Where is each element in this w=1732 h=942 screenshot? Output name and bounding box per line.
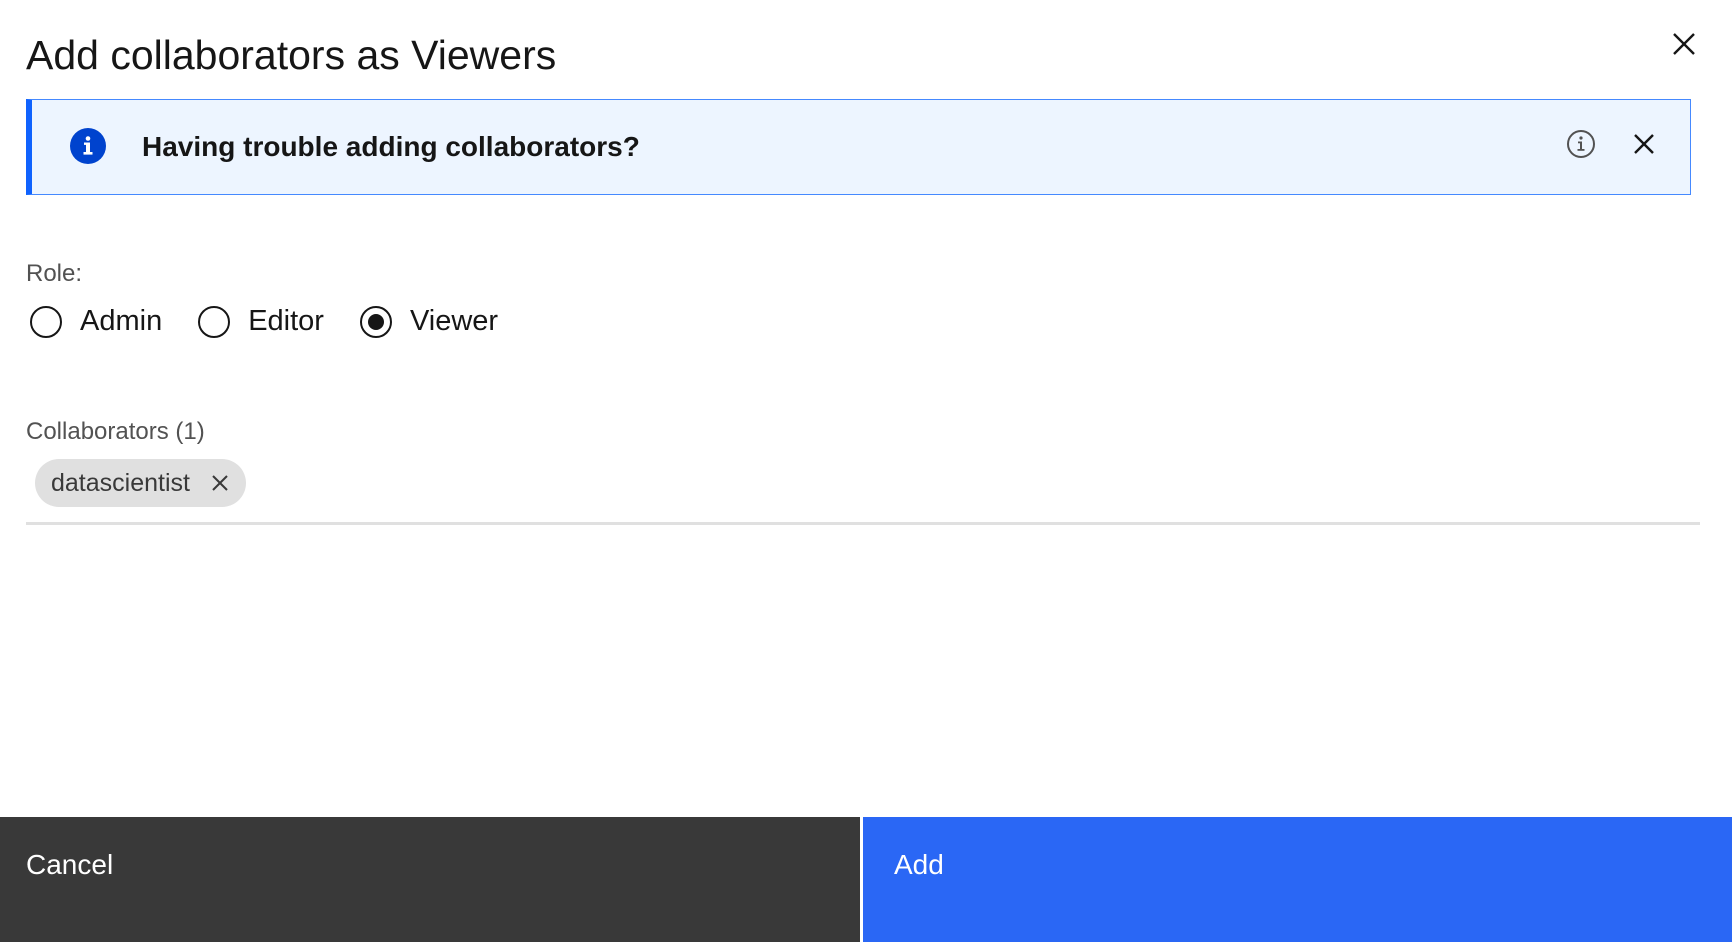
modal-title: Add collaborators as Viewers xyxy=(26,32,557,78)
role-radio-group: Admin Editor Viewer xyxy=(30,305,534,338)
modal-footer: Cancel Add xyxy=(0,817,1732,942)
radio-label-admin: Admin xyxy=(80,305,163,337)
radio-viewer[interactable]: Viewer xyxy=(359,305,499,338)
radio-admin[interactable]: Admin xyxy=(30,305,162,338)
radio-selected-dot xyxy=(367,313,384,330)
role-label: Role: xyxy=(26,260,83,287)
add-button[interactable]: Add xyxy=(863,817,1732,942)
collaborators-field-underline xyxy=(26,522,1700,525)
collaborator-tag: datascientist xyxy=(35,459,246,507)
close-icon xyxy=(212,475,228,491)
info-outline-icon[interactable] xyxy=(1565,128,1597,160)
close-icon xyxy=(1673,33,1695,55)
remove-collaborator-button[interactable] xyxy=(208,471,232,495)
radio-button[interactable] xyxy=(198,305,231,338)
collaborator-tag-label: datascientist xyxy=(51,468,190,497)
add-collaborators-modal: Add collaborators as Viewers Having trou… xyxy=(0,0,1732,942)
radio-label-editor: Editor xyxy=(248,305,324,337)
notification-title: Having trouble adding collaborators? xyxy=(142,131,640,162)
modal-close-button[interactable] xyxy=(1664,24,1704,64)
info-filled-icon xyxy=(70,128,106,164)
notification-close-button[interactable] xyxy=(1628,128,1660,160)
close-icon xyxy=(1634,134,1654,154)
collaborators-label: Collaborators (1) xyxy=(26,418,205,445)
radio-editor[interactable]: Editor xyxy=(198,305,324,338)
cancel-button[interactable]: Cancel xyxy=(0,817,860,942)
radio-button-selected[interactable] xyxy=(359,305,392,338)
radio-label-viewer: Viewer xyxy=(409,305,499,337)
radio-button[interactable] xyxy=(30,305,62,338)
info-notification: Having trouble adding collaborators? xyxy=(26,99,1691,195)
